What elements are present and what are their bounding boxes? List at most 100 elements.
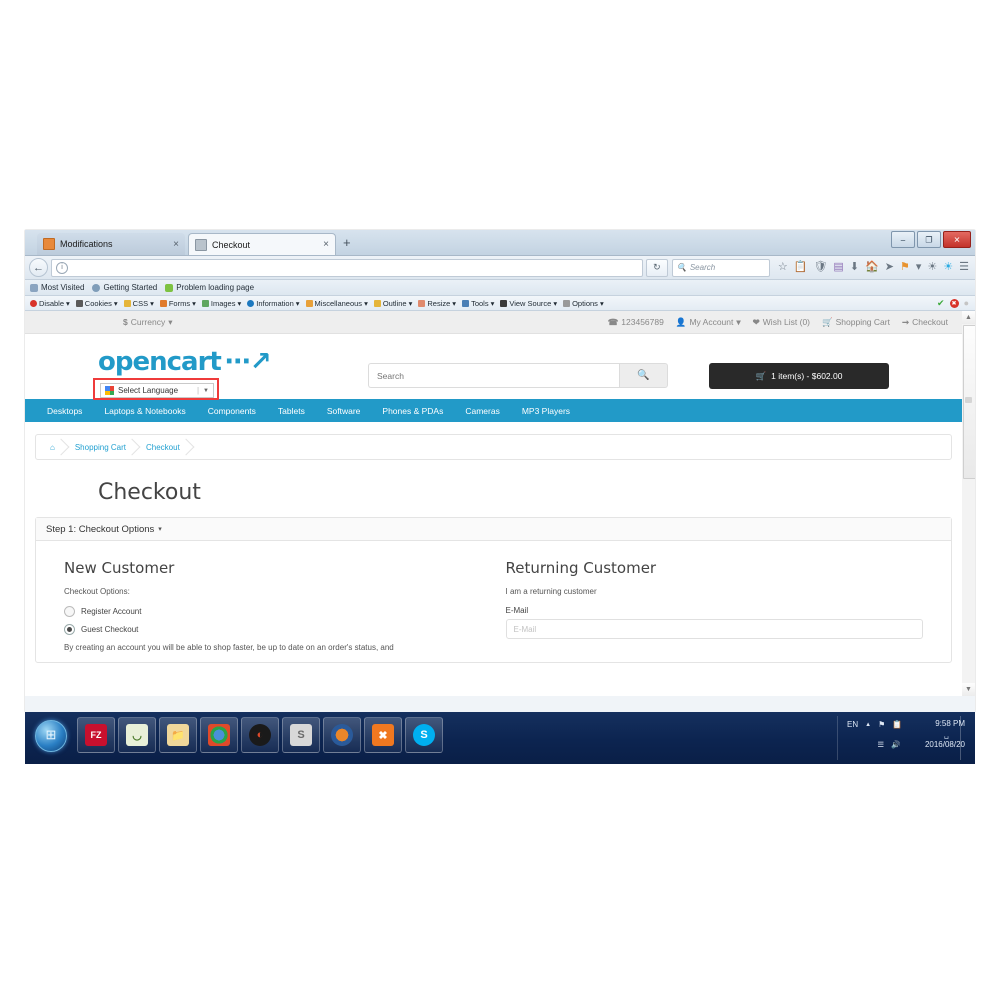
- taskbar-item-xampp[interactable]: ✖: [364, 717, 402, 753]
- back-button[interactable]: ←: [29, 258, 48, 277]
- close-icon[interactable]: ×: [323, 239, 329, 250]
- store-logo[interactable]: opencart ⋯↗: [98, 347, 272, 377]
- taskbar-item-photoshop-tool[interactable]: ◐: [241, 717, 279, 753]
- checkout-panel: Step 1: Checkout Options ▾ New Customer …: [35, 517, 952, 663]
- taskbar-item-google-chrome[interactable]: [200, 717, 238, 753]
- breadcrumb-checkout[interactable]: Checkout: [138, 443, 192, 452]
- skype-icon[interactable]: ☀: [943, 262, 953, 273]
- minimize-button[interactable]: –: [891, 231, 915, 248]
- taskbar-item-skype[interactable]: S: [405, 717, 443, 753]
- devtool-miscellaneous[interactable]: Miscellaneous ▾: [305, 299, 368, 308]
- google-translate-widget[interactable]: Select Language | ▼: [100, 383, 214, 398]
- shopping-cart-link[interactable]: 🛒 Shopping Cart: [822, 317, 890, 328]
- wish-list-label: Wish List (0): [762, 317, 811, 327]
- show-desktop-button[interactable]: [960, 716, 967, 760]
- cart-total-button[interactable]: 🛒 1 item(s) - $602.00: [709, 363, 889, 389]
- scroll-up-icon[interactable]: ▲: [962, 311, 975, 324]
- globe-icon[interactable]: ☀: [927, 262, 937, 273]
- taskbar-item-sublime-text[interactable]: S: [282, 717, 320, 753]
- breadcrumb-home[interactable]: ⌂: [42, 443, 67, 452]
- clipboard-icon[interactable]: 📋: [892, 720, 902, 729]
- reload-button[interactable]: ↻: [645, 258, 668, 277]
- print-icon[interactable]: ▤: [833, 262, 843, 273]
- browser-tab-modifications[interactable]: Modifications ×: [37, 233, 185, 255]
- radio-guest-checkout[interactable]: Guest Checkout: [64, 624, 482, 635]
- show-hidden-icons-button[interactable]: ▲: [865, 722, 871, 728]
- chevron-down-icon[interactable]: ▾: [916, 262, 922, 273]
- taskbar-item-firefox[interactable]: [323, 717, 361, 753]
- devtool-images[interactable]: Images ▾: [201, 299, 241, 308]
- firefox-icon: [92, 283, 101, 292]
- wish-list-link[interactable]: ❤ Wish List (0): [753, 317, 810, 328]
- devtool-cookies[interactable]: Cookies ▾: [75, 298, 118, 308]
- signal-icon[interactable]: ☰: [877, 740, 884, 749]
- search-input[interactable]: [368, 363, 619, 388]
- checkout-step-header[interactable]: Step 1: Checkout Options ▾: [36, 518, 951, 541]
- chevron-down-icon: ▾: [113, 298, 118, 308]
- devtool-view-source[interactable]: View Source ▾: [500, 299, 557, 308]
- maximize-button[interactable]: ❐: [917, 231, 941, 248]
- currency-selector[interactable]: $ Currency ▾: [123, 317, 173, 328]
- radio-icon[interactable]: [64, 606, 75, 617]
- clock-date[interactable]: 2016/08/20: [925, 740, 965, 749]
- devtool-forms[interactable]: Forms ▾: [159, 298, 196, 308]
- address-bar[interactable]: i: [51, 258, 643, 277]
- taskbar-item-image-viewer[interactable]: ◡: [118, 717, 156, 753]
- window-controls: – ❐ ✕: [891, 231, 971, 248]
- radio-register-account[interactable]: Register Account: [64, 606, 482, 617]
- home-icon[interactable]: 🏠: [865, 262, 879, 273]
- send-icon[interactable]: ➤: [885, 262, 894, 273]
- tools-icon: [462, 299, 470, 307]
- download-icon[interactable]: ⬇: [850, 262, 859, 273]
- clipboard-icon[interactable]: 📋: [794, 262, 808, 273]
- shield-icon[interactable]: 🛡: [813, 262, 827, 273]
- flag-icon[interactable]: ⚑: [878, 720, 885, 729]
- scroll-down-icon[interactable]: ▼: [962, 683, 975, 696]
- devtool-tools[interactable]: Tools ▾: [462, 299, 494, 308]
- bookmark-problem-loading-page[interactable]: Problem loading page: [165, 283, 254, 292]
- devtool-resize[interactable]: Resize ▾: [418, 299, 456, 308]
- page-scrollbar[interactable]: ▲ ▼: [961, 311, 975, 696]
- star-icon[interactable]: ☆: [778, 262, 788, 273]
- email-field[interactable]: E-Mail: [505, 619, 923, 639]
- new-tab-button[interactable]: +: [343, 236, 351, 250]
- taskbar-item-file-explorer[interactable]: 📁: [159, 717, 197, 753]
- devtool-information[interactable]: Information ▾: [247, 299, 300, 308]
- hamburger-menu-icon[interactable]: ☰: [959, 262, 969, 273]
- nav-item-cameras[interactable]: Cameras: [465, 406, 499, 416]
- start-button[interactable]: [35, 720, 67, 752]
- checkout-link[interactable]: ➞ Checkout: [902, 317, 948, 328]
- bookmark-icon: [30, 283, 38, 292]
- devtool-disable[interactable]: Disable ▾: [30, 299, 70, 308]
- bookmark-most-visited[interactable]: Most Visited: [30, 283, 84, 292]
- browser-search-field[interactable]: 🔍 Search: [671, 258, 770, 277]
- chevron-down-icon: ▾: [192, 298, 196, 308]
- speaker-icon[interactable]: 🔊: [891, 740, 900, 749]
- browser-tab-checkout[interactable]: Checkout ×: [188, 233, 336, 255]
- browser-toolbar-icons: ☆ 📋 🛡 ▤ ⬇ 🏠 ➤ ⚑ ▾ ☀ ☀ ☰: [778, 262, 971, 273]
- separator: |: [196, 386, 200, 395]
- nav-item-software[interactable]: Software: [327, 406, 361, 416]
- close-window-button[interactable]: ✕: [943, 231, 971, 248]
- flag-icon[interactable]: ⚑: [900, 262, 910, 273]
- bookmark-getting-started[interactable]: Getting Started: [92, 283, 157, 292]
- devtool-options[interactable]: Options ▾: [563, 299, 604, 308]
- nav-item-phones-pdas[interactable]: Phones & PDAs: [382, 406, 443, 416]
- taskbar-item-filezilla[interactable]: FZ: [77, 717, 115, 753]
- nav-item-mp3-players[interactable]: MP3 Players: [522, 406, 570, 416]
- nav-item-components[interactable]: Components: [208, 406, 256, 416]
- close-icon[interactable]: ×: [173, 239, 179, 250]
- nav-item-tablets[interactable]: Tablets: [278, 406, 305, 416]
- nav-item-laptops-notebooks[interactable]: Laptops & Notebooks: [104, 406, 185, 416]
- radio-icon-selected[interactable]: [64, 624, 75, 635]
- breadcrumb-shopping-cart[interactable]: Shopping Cart: [67, 443, 138, 452]
- info-icon[interactable]: i: [56, 261, 68, 274]
- language-indicator[interactable]: EN: [847, 720, 858, 729]
- my-account-link[interactable]: 👤 My Account ▾: [676, 317, 741, 328]
- devtool-label: Outline: [382, 298, 407, 308]
- devtool-css[interactable]: CSS ▾: [123, 299, 154, 308]
- search-button[interactable]: 🔍: [619, 363, 668, 388]
- nav-item-desktops[interactable]: Desktops: [47, 406, 82, 416]
- devtool-outline[interactable]: Outline ▾: [373, 298, 412, 308]
- store-search[interactable]: 🔍: [368, 363, 668, 388]
